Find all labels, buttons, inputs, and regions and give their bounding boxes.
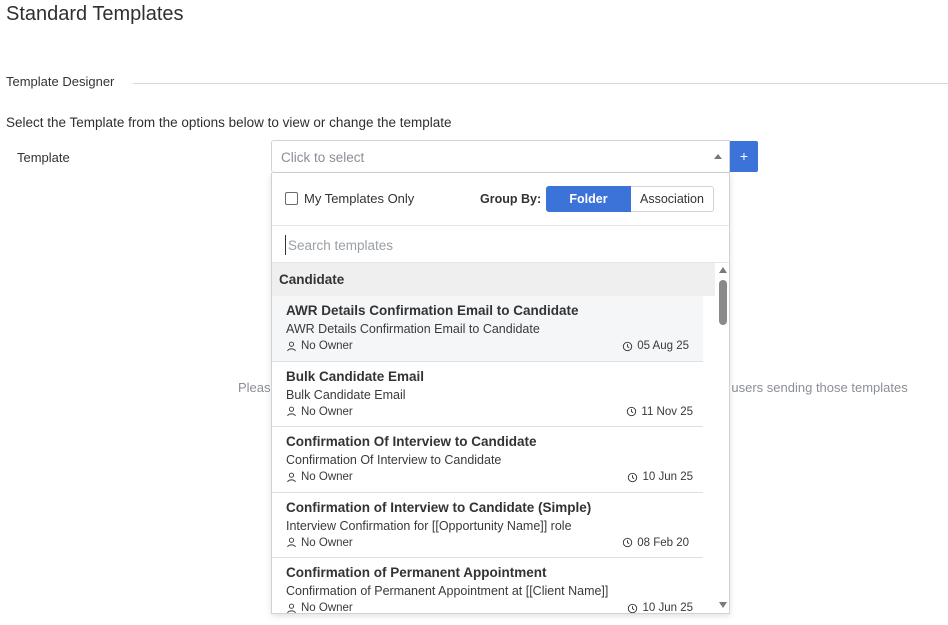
item-title: Confirmation of Interview to Candidate (…: [286, 499, 592, 515]
item-description: Confirmation of Permanent Appointment at…: [286, 584, 609, 598]
list-item[interactable]: Confirmation of Interview to Candidate (…: [272, 493, 703, 558]
section-header: Template Designer: [6, 74, 948, 92]
page: Standard Templates Template Designer Sel…: [0, 0, 948, 625]
person-icon: [287, 472, 296, 482]
my-templates-only-toggle[interactable]: My Templates Only: [285, 191, 414, 206]
item-date: 05 Aug 25: [622, 340, 689, 352]
list-item[interactable]: Bulk Candidate Email Bulk Candidate Emai…: [272, 362, 703, 427]
item-owner: No Owner: [286, 602, 353, 614]
group-by-association-button[interactable]: Association: [631, 186, 714, 212]
item-description: Interview Confirmation for [[Opportunity…: [286, 518, 572, 533]
list-item[interactable]: Confirmation of Permanent Appointment Co…: [272, 558, 703, 614]
group-by-label: Group By:: [480, 192, 542, 206]
item-title: AWR Details Confirmation Email to Candid…: [286, 303, 579, 318]
item-description: Confirmation Of Interview to Candidate: [286, 453, 502, 467]
template-items: AWR Details Confirmation Email to Candid…: [272, 296, 715, 614]
group-by-toggle: Folder Association: [546, 186, 714, 212]
item-date-text: 08 Feb 20: [637, 536, 689, 549]
template-list: Candidate AWR Details Confirmation Email…: [272, 263, 729, 614]
my-templates-only-checkbox[interactable]: [285, 192, 298, 205]
item-title: Confirmation of Permanent Appointment: [286, 565, 547, 580]
template-select[interactable]: Click to select: [271, 140, 730, 173]
item-date: 10 Jun 25: [627, 471, 693, 483]
group-header: Candidate: [272, 263, 715, 296]
background-message-left: Pleas: [238, 380, 271, 395]
item-date: 10 Jun 25: [627, 602, 693, 614]
instructions-text: Select the Template from the options bel…: [6, 115, 452, 130]
scroll-down-icon[interactable]: [719, 602, 727, 608]
clock-icon: [623, 537, 633, 548]
my-templates-only-label: My Templates Only: [304, 191, 415, 206]
clock-icon: [623, 341, 633, 351]
item-owner: No Owner: [286, 406, 353, 418]
item-owner-text: No Owner: [301, 536, 353, 549]
item-owner: No Owner: [286, 537, 353, 549]
item-description: AWR Details Confirmation Email to Candid…: [286, 322, 540, 336]
add-template-button[interactable]: +: [730, 141, 758, 172]
search-input[interactable]: [285, 235, 705, 255]
item-date-text: 10 Jun 25: [642, 602, 693, 614]
search-box: [272, 225, 729, 263]
item-owner-text: No Owner: [301, 471, 353, 483]
template-field-label: Template: [17, 150, 70, 165]
list-item[interactable]: AWR Details Confirmation Email to Candid…: [272, 296, 703, 362]
clock-icon: [628, 472, 638, 482]
scroll-up-icon[interactable]: [719, 267, 727, 273]
list-scrollbar[interactable]: [715, 263, 729, 613]
scroll-thumb[interactable]: [719, 280, 727, 325]
background-message-right: ll users sending those templates: [722, 380, 908, 395]
section-divider: [133, 83, 948, 84]
template-select-placeholder: Click to select: [281, 150, 365, 165]
item-date-text: 10 Jun 25: [642, 471, 693, 483]
item-owner-text: No Owner: [301, 405, 353, 418]
clock-icon: [627, 406, 637, 417]
person-icon: [287, 537, 296, 548]
caret-up-icon[interactable]: [714, 154, 722, 159]
item-owner-text: No Owner: [301, 602, 353, 614]
list-item[interactable]: Confirmation Of Interview to Candidate C…: [272, 427, 703, 493]
item-date-text: 11 Nov 25: [641, 405, 693, 418]
item-title: Confirmation Of Interview to Candidate: [286, 434, 537, 449]
group-by-folder-button[interactable]: Folder: [546, 186, 631, 212]
clock-icon: [628, 603, 638, 613]
dropdown-options-row: My Templates Only Group By: Folder Assoc…: [272, 173, 729, 225]
page-title: Standard Templates: [6, 3, 184, 25]
item-owner: No Owner: [286, 471, 353, 483]
item-owner-text: No Owner: [301, 340, 353, 352]
item-description: Bulk Candidate Email: [286, 387, 406, 402]
item-date: 08 Feb 20: [622, 537, 689, 549]
item-date: 11 Nov 25: [626, 406, 693, 418]
person-icon: [287, 406, 296, 417]
person-icon: [287, 341, 296, 351]
item-owner: No Owner: [286, 340, 353, 352]
item-title: Bulk Candidate Email: [286, 368, 425, 384]
item-date-text: 05 Aug 25: [637, 340, 689, 352]
template-dropdown: My Templates Only Group By: Folder Assoc…: [271, 173, 730, 614]
person-icon: [287, 603, 296, 613]
section-label: Template Designer: [6, 74, 115, 89]
